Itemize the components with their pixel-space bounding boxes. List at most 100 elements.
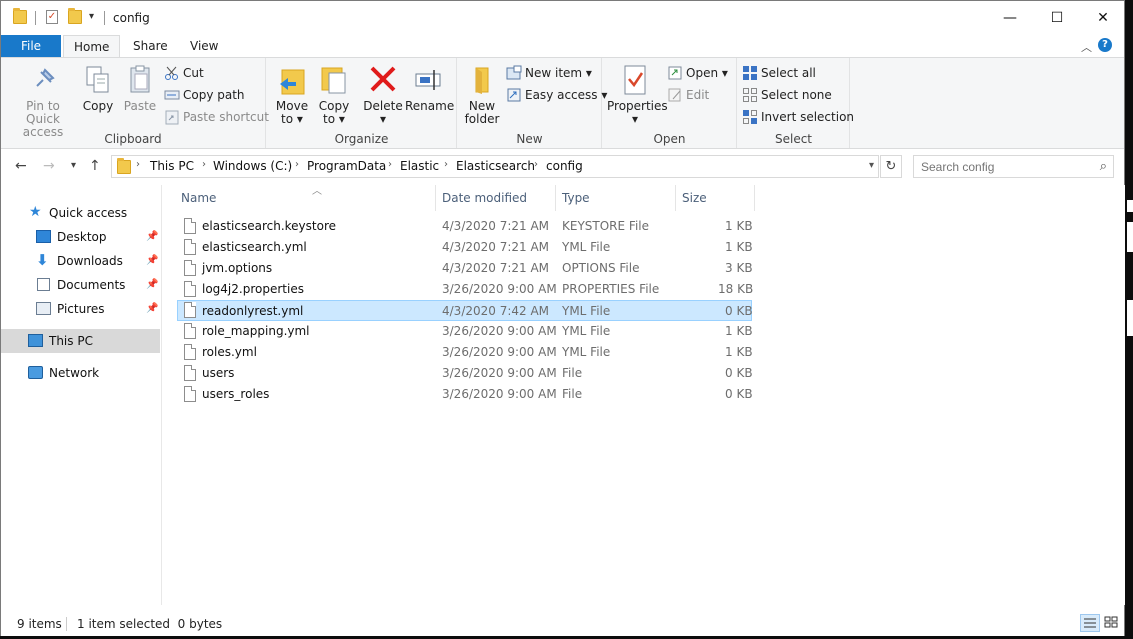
edit-button[interactable]: Edit bbox=[667, 86, 709, 106]
breadcrumb-separator-icon[interactable]: › bbox=[136, 159, 140, 170]
tab-share[interactable]: Share bbox=[123, 35, 178, 58]
file-row[interactable]: users_roles 3/26/2020 9:00 AM File 0 KB bbox=[177, 384, 753, 405]
pin-icon[interactable]: 📌 bbox=[146, 273, 158, 297]
breadcrumb-config[interactable]: config bbox=[546, 159, 583, 173]
rename-button[interactable]: Rename bbox=[405, 64, 454, 113]
file-row[interactable]: role_mapping.yml 3/26/2020 9:00 AM YML F… bbox=[177, 321, 753, 342]
forward-arrow-icon[interactable]: → bbox=[43, 158, 55, 174]
properties-button[interactable]: Properties ▾ bbox=[607, 64, 668, 126]
select-all-icon bbox=[742, 65, 758, 81]
open-button[interactable]: Open ▾ bbox=[667, 64, 728, 84]
address-bar[interactable]: › This PC › Windows (C:) › ProgramData ›… bbox=[111, 155, 879, 178]
nav-item-downloads[interactable]: ⬇ Downloads 📌 bbox=[1, 249, 160, 273]
details-view-icon[interactable] bbox=[1080, 614, 1100, 632]
pin-icon[interactable]: 📌 bbox=[146, 225, 158, 249]
help-icon[interactable]: ? bbox=[1098, 38, 1112, 52]
pin-to-quick-access-button[interactable]: Pin to Quick access bbox=[9, 64, 77, 139]
recent-locations-chevron-icon[interactable]: ▾ bbox=[71, 160, 76, 171]
file-icon bbox=[184, 281, 196, 297]
selection-info: 1 item selected 0 bytes bbox=[77, 617, 223, 631]
divider bbox=[35, 11, 36, 25]
ribbon: Pin to Quick access Copy Paste Cut Copy … bbox=[1, 57, 1124, 149]
breadcrumb-separator-icon[interactable]: › bbox=[444, 159, 448, 170]
file-row[interactable]: roles.yml 3/26/2020 9:00 AM YML File 1 K… bbox=[177, 342, 753, 363]
refresh-icon[interactable]: ↻ bbox=[880, 155, 902, 178]
nav-item-pictures[interactable]: Pictures 📌 bbox=[1, 297, 160, 321]
search-input[interactable] bbox=[921, 157, 1091, 177]
new-item-icon bbox=[506, 65, 522, 81]
column-header-name[interactable]: Name ︿ bbox=[175, 185, 436, 211]
sort-ascending-icon: ︿ bbox=[312, 186, 322, 197]
select-all-button[interactable]: Select all bbox=[742, 64, 816, 84]
column-header-date[interactable]: Date modified bbox=[436, 185, 556, 211]
move-to-button[interactable]: Move to ▾ bbox=[272, 64, 312, 126]
file-row[interactable]: elasticsearch.yml 4/3/2020 7:21 AM YML F… bbox=[177, 237, 753, 258]
nav-item-documents[interactable]: Documents 📌 bbox=[1, 273, 160, 297]
easy-access-button[interactable]: Easy access ▾ bbox=[506, 86, 607, 106]
paste-shortcut-button[interactable]: Paste shortcut bbox=[164, 108, 269, 128]
pin-icon[interactable]: 📌 bbox=[146, 249, 158, 273]
background-window-edge bbox=[1125, 0, 1133, 639]
search-box[interactable]: ⌕ bbox=[913, 155, 1114, 178]
search-icon[interactable]: ⌕ bbox=[1100, 159, 1107, 174]
nav-item-desktop[interactable]: Desktop 📌 bbox=[1, 225, 160, 249]
nav-item-this-pc[interactable]: This PC bbox=[1, 329, 160, 353]
address-dropdown-icon[interactable]: ▾ bbox=[869, 160, 874, 171]
column-header-type[interactable]: Type bbox=[556, 185, 676, 211]
breadcrumb-programdata[interactable]: ProgramData bbox=[307, 159, 386, 173]
scissors-icon bbox=[164, 65, 180, 81]
copy-button[interactable]: Copy bbox=[79, 64, 117, 113]
large-icons-view-icon[interactable] bbox=[1102, 614, 1122, 632]
new-folder-quick-icon[interactable] bbox=[68, 8, 82, 24]
divider bbox=[104, 11, 105, 25]
paste-button[interactable]: Paste bbox=[120, 64, 160, 113]
breadcrumb-elasticsearch[interactable]: Elasticsearch bbox=[456, 159, 535, 173]
open-icon bbox=[667, 65, 683, 81]
file-row[interactable]: elasticsearch.keystore 4/3/2020 7:21 AM … bbox=[177, 216, 753, 237]
file-row-selected[interactable]: readonlyrest.yml 4/3/2020 7:42 AM YML Fi… bbox=[177, 300, 753, 321]
file-explorer-window: ✓ ▾ config — ☐ ✕ File Home Share View ︿ … bbox=[0, 0, 1126, 639]
file-row[interactable]: log4j2.properties 3/26/2020 9:00 AM PROP… bbox=[177, 279, 753, 300]
file-row[interactable]: users 3/26/2020 9:00 AM File 0 KB bbox=[177, 363, 753, 384]
copy-path-button[interactable]: Copy path bbox=[164, 86, 245, 106]
column-header-size[interactable]: Size bbox=[676, 185, 755, 211]
back-arrow-icon[interactable]: ← bbox=[15, 158, 27, 174]
file-icon bbox=[184, 218, 196, 234]
breadcrumb-separator-icon[interactable]: › bbox=[534, 159, 538, 170]
breadcrumb-separator-icon[interactable]: › bbox=[202, 159, 206, 170]
copy-to-button[interactable]: Copy to ▾ bbox=[314, 64, 354, 126]
breadcrumb-this-pc[interactable]: This PC bbox=[150, 159, 194, 173]
clipboard-group: Pin to Quick access Copy Paste Cut Copy … bbox=[1, 58, 269, 148]
minimize-button[interactable]: — bbox=[987, 1, 1033, 35]
select-group: Select all Select none Invert selection … bbox=[738, 58, 854, 148]
delete-button[interactable]: Delete ▾ bbox=[363, 64, 403, 126]
breadcrumb-separator-icon[interactable]: › bbox=[388, 159, 392, 170]
tab-home[interactable]: Home bbox=[63, 35, 121, 58]
organize-group: Move to ▾ Copy to ▾ Delete ▾ Rename Orga… bbox=[267, 58, 457, 148]
clipboard-group-label: Clipboard bbox=[104, 132, 162, 146]
cut-button[interactable]: Cut bbox=[164, 64, 204, 84]
item-count: 9 items bbox=[17, 617, 62, 631]
nav-item-quick-access[interactable]: ★ Quick access bbox=[1, 201, 160, 225]
tab-view[interactable]: View bbox=[180, 35, 228, 58]
new-folder-button[interactable]: New folder bbox=[462, 64, 502, 126]
up-arrow-icon[interactable]: ↑ bbox=[89, 158, 101, 174]
file-icon bbox=[184, 323, 196, 339]
tab-file[interactable]: File bbox=[1, 35, 61, 58]
file-row[interactable]: jvm.options 4/3/2020 7:21 AM OPTIONS Fil… bbox=[177, 258, 753, 279]
navigation-bar: ← → ▾ ↑ › This PC › Windows (C:) › Progr… bbox=[1, 150, 1124, 184]
new-item-button[interactable]: New item ▾ bbox=[506, 64, 592, 84]
properties-quick-icon[interactable]: ✓ bbox=[46, 10, 58, 24]
select-none-button[interactable]: Select none bbox=[742, 86, 832, 106]
pin-icon[interactable]: 📌 bbox=[146, 297, 158, 321]
customize-quick-access-icon[interactable]: ▾ bbox=[89, 11, 94, 22]
maximize-button[interactable]: ☐ bbox=[1034, 1, 1080, 35]
breadcrumb-elastic[interactable]: Elastic bbox=[400, 159, 439, 173]
breadcrumb-windows-c[interactable]: Windows (C:) bbox=[213, 159, 292, 173]
invert-selection-button[interactable]: Invert selection bbox=[742, 108, 854, 128]
close-button[interactable]: ✕ bbox=[1080, 1, 1126, 35]
file-icon bbox=[184, 365, 196, 381]
breadcrumb-separator-icon[interactable]: › bbox=[295, 159, 299, 170]
collapse-ribbon-icon[interactable]: ︿ bbox=[1081, 39, 1092, 55]
nav-item-network[interactable]: Network bbox=[1, 361, 160, 385]
